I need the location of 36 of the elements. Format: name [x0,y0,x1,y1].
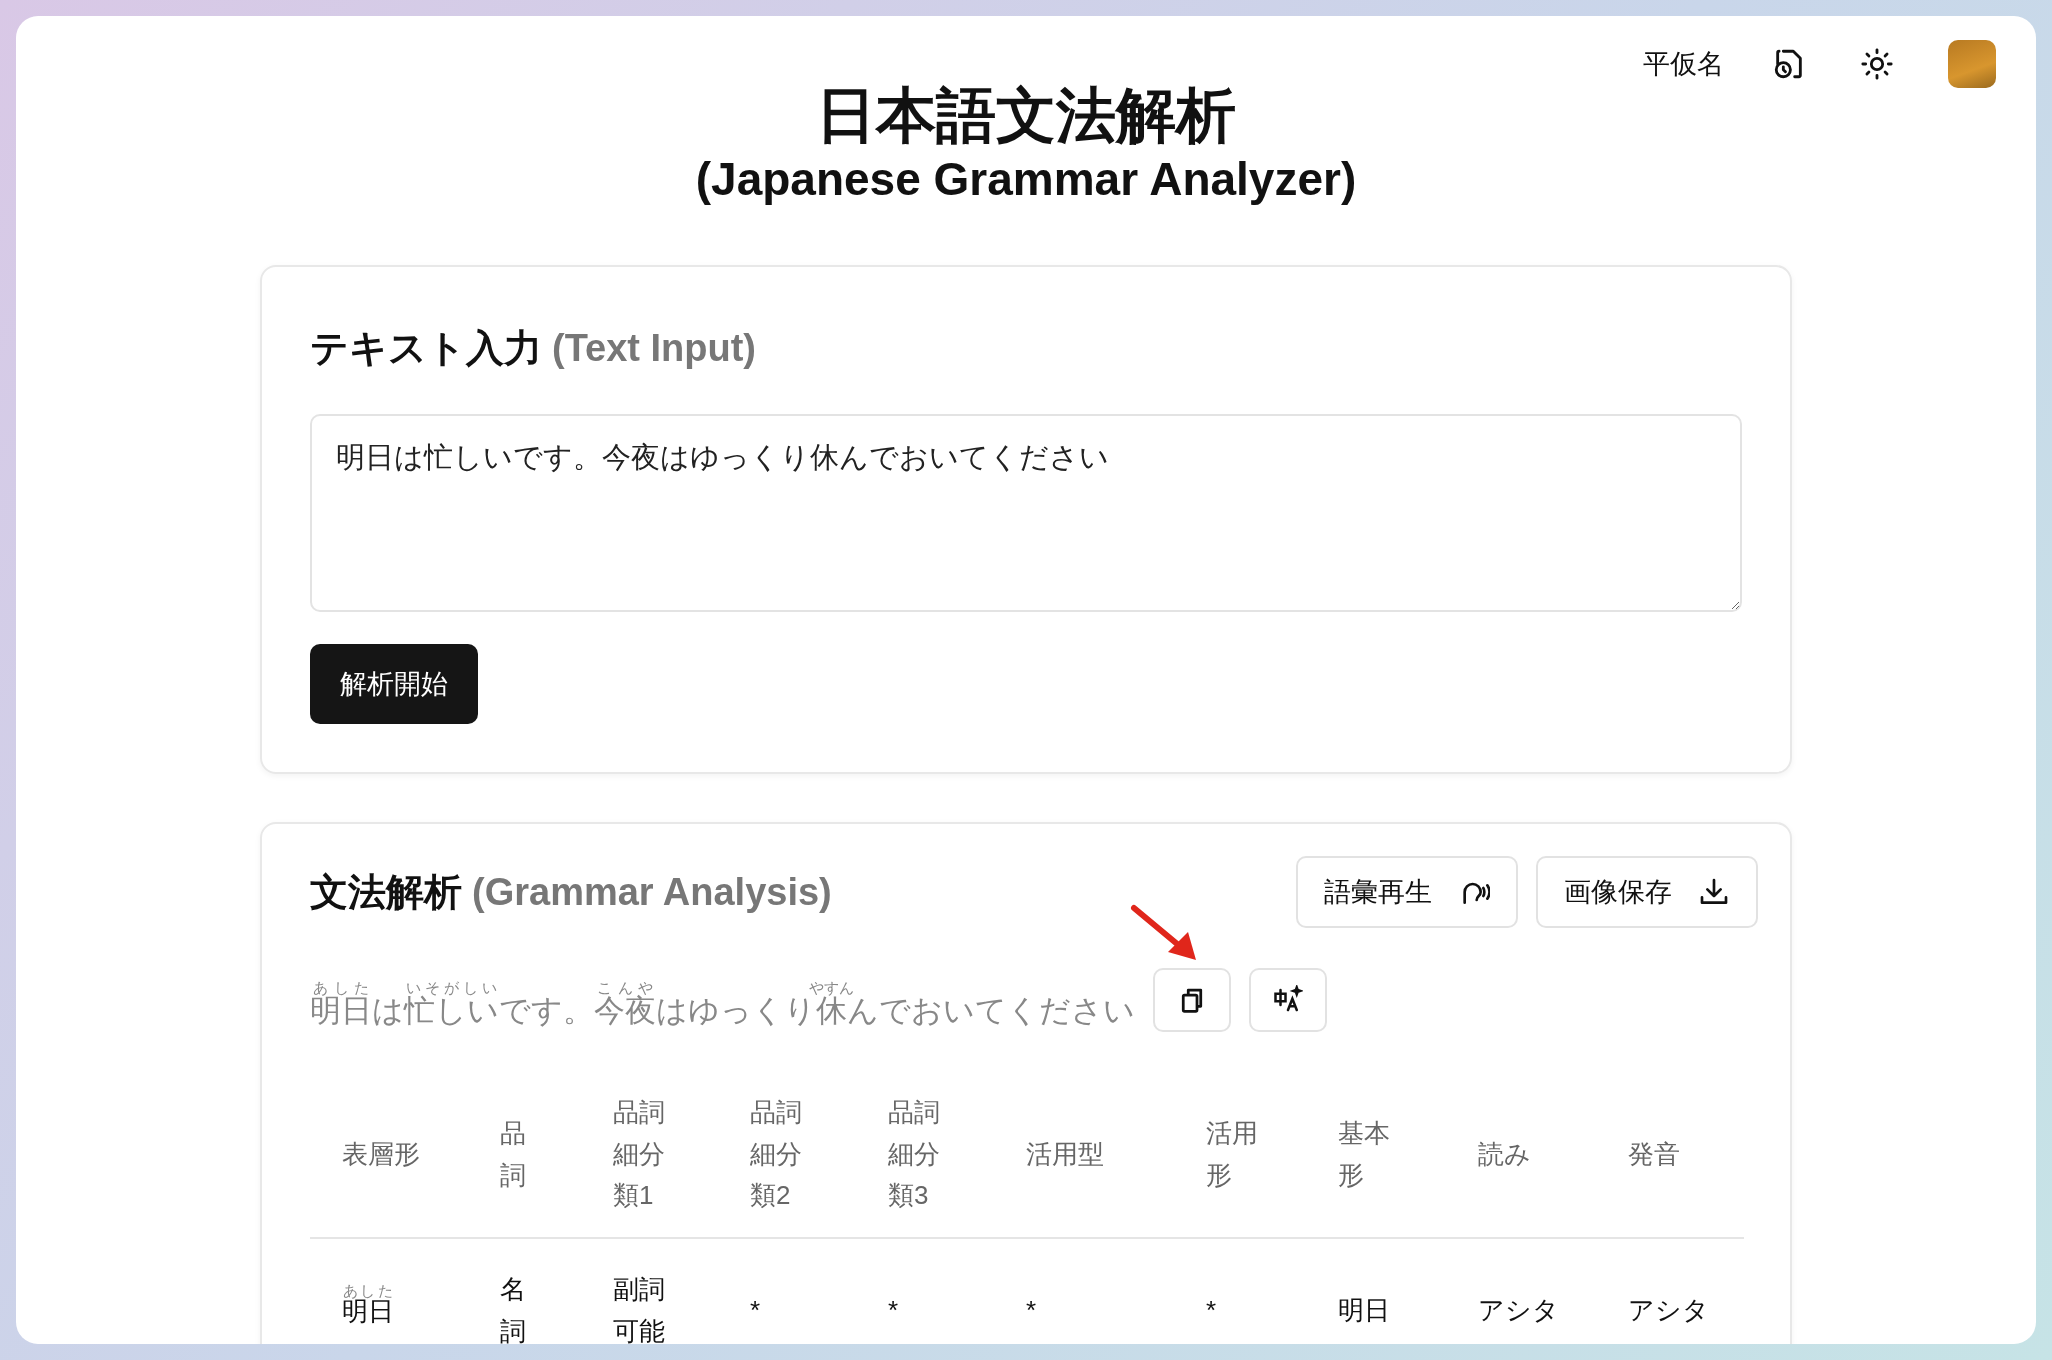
column-header: 品詞細分類2 [750,1096,802,1213]
table-cell-text: アシタ [1478,1293,1559,1327]
page-title: 日本語文法解析 [815,81,1237,151]
column-header: 表層形 [342,1137,421,1171]
card-title: テキスト入力 [310,326,542,372]
table-cell-text: * [1026,1293,1037,1327]
column-header: 読み [1478,1137,1532,1171]
table-cell-text: 明日 [1338,1293,1390,1327]
text-input-field[interactable]: 明日は忙しいです。今夜はゆっくり休んでおいてください [310,414,1742,613]
card-title: 文法解析 [310,869,462,915]
column-header: 品詞 [500,1117,526,1192]
table-cell-text: アシタ [1628,1293,1709,1327]
table-cell-text: * [888,1293,899,1327]
column-header: 活用形 [1206,1117,1258,1192]
avatar-image[interactable] [1948,40,1996,88]
card-subtitle: (Text Input) [552,327,757,371]
column-header: 品詞細分類3 [888,1096,940,1213]
table-cell-text: * [750,1293,761,1327]
column-header: 品詞細分類1 [613,1096,665,1213]
column-header: 基本形 [1338,1117,1390,1192]
table-cell-text: 副詞可能 [613,1272,665,1344]
copy-button[interactable] [1153,968,1231,1033]
table-cell-text: * [1206,1293,1217,1327]
analyzed-sentence: 明日 あした は忙しい いそがしい です。今夜 こんや はゆっくり 休 やすん んでおいてください [310,980,1135,1030]
page-subtitle: (Japanese Grammar Analyzer) [694,152,1358,207]
card-subtitle: (Grammar Analysis) [472,870,832,914]
save-image-button[interactable]: 画像保存 [1536,856,1758,929]
column-header: 発音 [1628,1137,1681,1171]
analyze-button[interactable]: 解析開始 [310,644,478,725]
sun-icon[interactable] [1860,47,1894,81]
table-cell-text: 明日 あした [342,1284,394,1329]
column-header: 活用型 [1026,1137,1105,1171]
table-cell-text: 名詞 [500,1272,526,1344]
translate-button[interactable] [1249,968,1327,1033]
kana-toggle[interactable]: 平仮名 [1643,46,1724,82]
play-vocabulary-button[interactable]: 語彙再生 [1296,856,1518,929]
